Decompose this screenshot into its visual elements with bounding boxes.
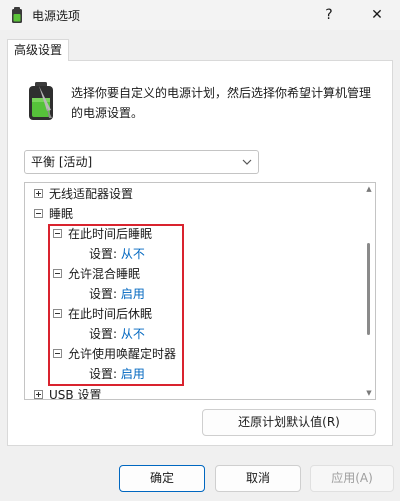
chevron-down-icon bbox=[242, 159, 252, 165]
setting-value-sleep-after[interactable]: 从不 bbox=[121, 247, 145, 261]
setting-value-wake-timers[interactable]: 启用 bbox=[121, 367, 145, 381]
power-options-icon bbox=[12, 7, 22, 23]
tree-item-wake-timers[interactable]: 允许使用唤醒定时器 bbox=[68, 344, 176, 364]
restore-defaults-button[interactable]: 还原计划默认值(R) bbox=[202, 409, 376, 436]
power-plan-value: 平衡 [活动] bbox=[31, 155, 93, 169]
scroll-down-arrow-icon[interactable]: ▼ bbox=[363, 387, 375, 399]
collapse-minus-icon[interactable] bbox=[53, 269, 62, 278]
description-text: 选择你要自定义的电源计划，然后选择你希望计算机管理的电源设置。 bbox=[71, 86, 372, 120]
tree-item-sleep-after[interactable]: 在此时间后睡眠 bbox=[68, 224, 152, 244]
collapse-minus-icon[interactable] bbox=[53, 229, 62, 238]
setting-value-hybrid-sleep[interactable]: 启用 bbox=[121, 287, 145, 301]
setting-label: 设置: bbox=[89, 287, 118, 301]
tree-item-hybrid-sleep[interactable]: 允许混合睡眠 bbox=[68, 264, 140, 284]
scroll-up-arrow-icon[interactable]: ▲ bbox=[363, 183, 375, 195]
setting-label: 设置: bbox=[89, 367, 118, 381]
expand-plus-icon[interactable] bbox=[34, 390, 43, 399]
setting-row-wake-timers[interactable]: 设置: 启用 bbox=[89, 364, 145, 384]
tree-item-usb-settings[interactable]: USB 设置 bbox=[49, 385, 101, 399]
scroll-thumb[interactable] bbox=[367, 243, 370, 335]
setting-row-hibernate-after[interactable]: 设置: 从不 bbox=[89, 324, 145, 344]
setting-row-hybrid-sleep[interactable]: 设置: 启用 bbox=[89, 284, 145, 304]
tree-scrollbar[interactable]: ▲ ▼ bbox=[363, 183, 375, 399]
window-title: 电源选项 bbox=[32, 9, 81, 23]
ok-button[interactable]: 确定 bbox=[119, 465, 205, 492]
tab-advanced-settings[interactable]: 高级设置 bbox=[7, 39, 70, 61]
cancel-button[interactable]: 取消 bbox=[215, 465, 301, 492]
setting-label: 设置: bbox=[89, 327, 118, 341]
close-button[interactable]: ✕ bbox=[354, 0, 400, 30]
collapse-minus-icon[interactable] bbox=[53, 349, 62, 358]
setting-value-hibernate-after[interactable]: 从不 bbox=[121, 327, 145, 341]
collapse-minus-icon[interactable] bbox=[53, 309, 62, 318]
setting-label: 设置: bbox=[89, 247, 118, 261]
apply-button[interactable]: 应用(A) bbox=[310, 465, 394, 492]
setting-row-sleep-after[interactable]: 设置: 从不 bbox=[89, 244, 145, 264]
battery-icon bbox=[29, 82, 53, 120]
help-button[interactable]: ? bbox=[306, 0, 352, 30]
expand-plus-icon[interactable] bbox=[34, 189, 43, 198]
power-plan-select[interactable]: 平衡 [活动] bbox=[24, 150, 259, 174]
tree-item-sleep[interactable]: 睡眠 bbox=[49, 204, 73, 224]
tree-item-wireless-adapter[interactable]: 无线适配器设置 bbox=[49, 184, 133, 204]
title-bar: 电源选项 ? ✕ bbox=[0, 0, 400, 30]
tree-item-hibernate-after[interactable]: 在此时间后休眠 bbox=[68, 304, 152, 324]
settings-tree[interactable]: 无线适配器设置 睡眠 在此时间后睡眠 设置: 从不 允许混合睡眠 设置: 启用 … bbox=[24, 182, 376, 400]
collapse-minus-icon[interactable] bbox=[34, 209, 43, 218]
